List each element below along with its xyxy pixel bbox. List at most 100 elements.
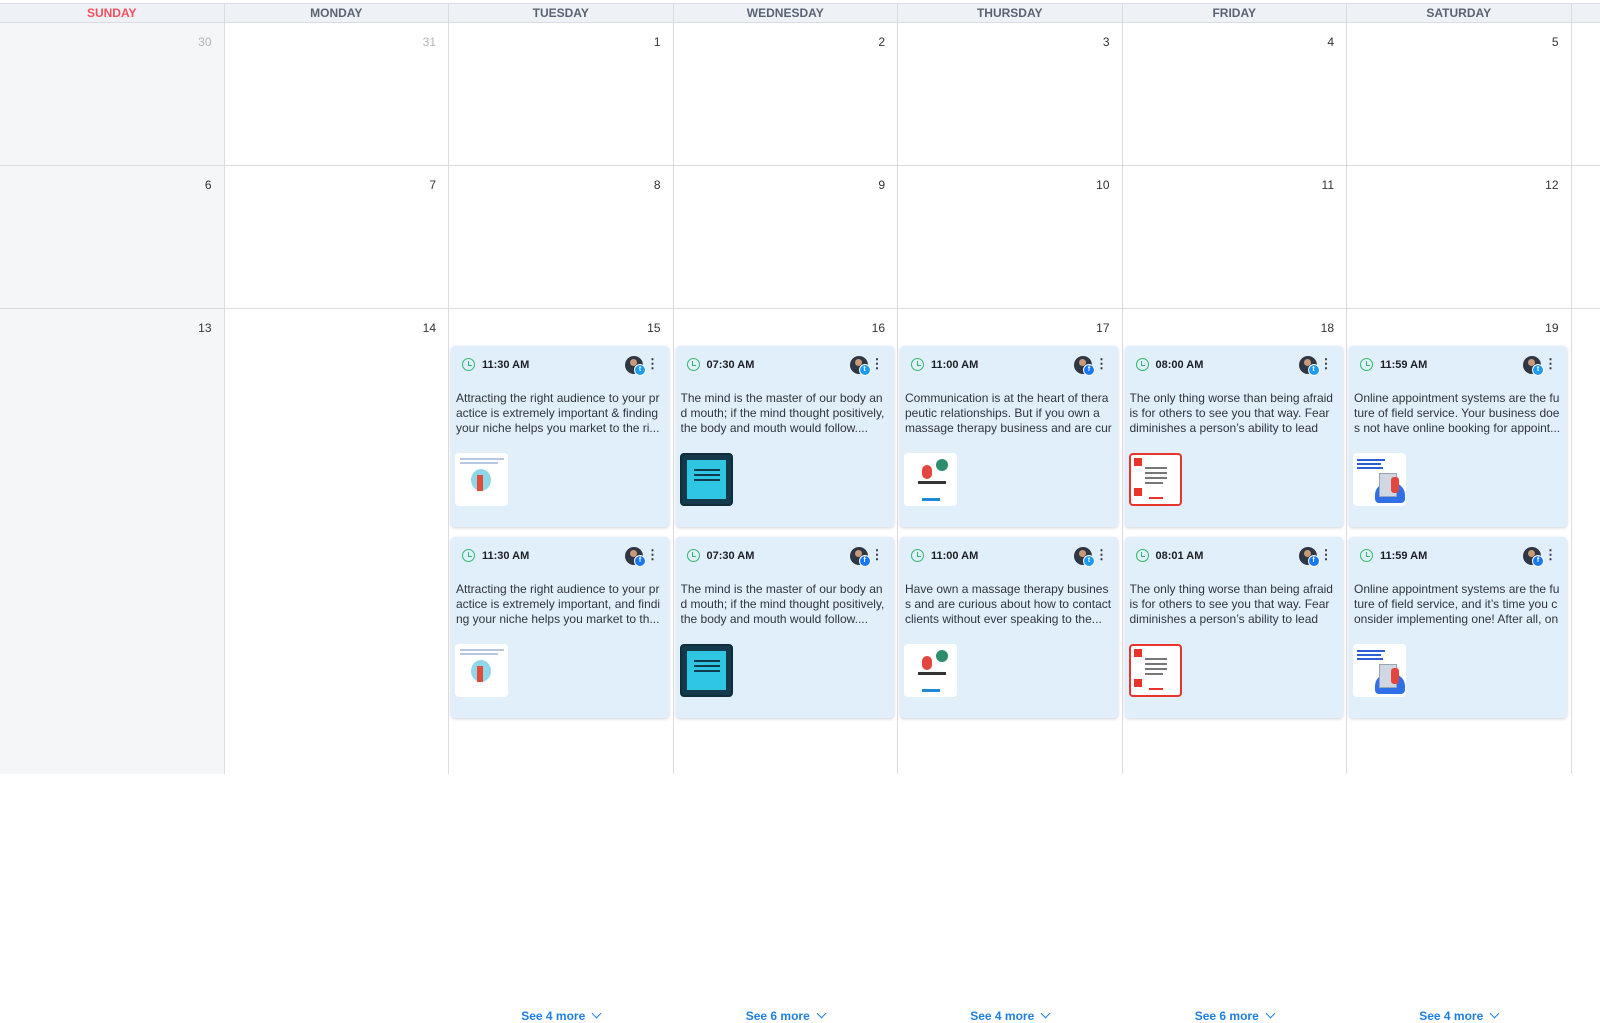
- more-options-icon[interactable]: ⋮: [646, 357, 659, 371]
- post-thumbnail[interactable]: [1353, 453, 1406, 506]
- post-card[interactable]: 08:01 AM f ⋮ The only thing worse than b…: [1124, 537, 1343, 718]
- more-options-icon[interactable]: ⋮: [871, 357, 884, 371]
- see-more-label: See 6 more: [1194, 1009, 1259, 1023]
- more-options-icon[interactable]: ⋮: [646, 548, 659, 562]
- post-thumbnail[interactable]: [455, 453, 508, 506]
- day-number: 6: [204, 178, 212, 192]
- post-thumbnail[interactable]: [904, 644, 957, 697]
- day-cell[interactable]: 10: [898, 166, 1123, 308]
- post-thumbnail[interactable]: [1128, 644, 1182, 697]
- day-cell[interactable]: 11: [1123, 166, 1347, 308]
- day-cell[interactable]: 4: [1123, 23, 1347, 165]
- twitter-icon: t: [634, 364, 646, 376]
- more-options-icon[interactable]: ⋮: [1095, 548, 1108, 562]
- weekday-monday: MONDAY: [225, 4, 449, 22]
- day-cell[interactable]: 13: [0, 309, 225, 774]
- weekday-thursday: THURSDAY: [898, 4, 1123, 22]
- more-options-icon[interactable]: ⋮: [1320, 357, 1333, 371]
- post-text: The only thing worse than being afraid i…: [1129, 582, 1333, 626]
- post-card[interactable]: 07:30 AM t ⋮ The mind is the master of o…: [675, 346, 894, 527]
- calendar-grid: 30 31 1 2 3 4 5 6 7 8 9 10 11 12 13 14 1…: [0, 23, 1600, 1023]
- post-thumbnail[interactable]: [1128, 453, 1182, 506]
- more-options-icon[interactable]: ⋮: [1095, 357, 1108, 371]
- day-number: 15: [647, 321, 661, 335]
- post-text: Online appointment systems are the futur…: [1354, 391, 1561, 435]
- see-more-link[interactable]: See 4 more: [449, 1008, 673, 1023]
- more-options-icon[interactable]: ⋮: [871, 548, 884, 562]
- post-card[interactable]: 11:30 AM f ⋮ Attracting the right audien…: [451, 537, 669, 718]
- day-cell[interactable]: 2: [674, 23, 898, 165]
- post-thumbnail[interactable]: [904, 453, 957, 506]
- post-time: 11:59 AM: [1380, 359, 1428, 371]
- post-time: 11:30 AM: [482, 359, 530, 371]
- post-time: 07:30 AM: [706, 550, 755, 562]
- day-cell[interactable]: 15 11:30 AM t ⋮ Attracting the right aud…: [449, 309, 674, 1023]
- see-more-label: See 4 more: [970, 1009, 1035, 1023]
- day-cell[interactable]: 16 07:30 AM t ⋮ The mind is the master o…: [674, 309, 898, 1023]
- day-number: 3: [1102, 35, 1110, 49]
- more-options-icon[interactable]: ⋮: [1320, 548, 1333, 562]
- day-number: 4: [1327, 35, 1334, 49]
- day-number: 18: [1320, 321, 1334, 335]
- weekday-saturday: SATURDAY: [1347, 4, 1572, 22]
- day-cell[interactable]: 12: [1347, 166, 1572, 308]
- post-thumbnail[interactable]: [679, 453, 733, 506]
- post-card-header: 11:30 AM t ⋮: [462, 356, 659, 376]
- weekday-wednesday: WEDNESDAY: [674, 4, 898, 22]
- weekday-header: SUNDAY MONDAY TUESDAY WEDNESDAY THURSDAY…: [0, 3, 1600, 23]
- day-number: 16: [871, 321, 885, 335]
- day-number: 8: [653, 178, 661, 192]
- post-card[interactable]: 11:59 AM f ⋮ Online appointment systems …: [1349, 537, 1567, 718]
- day-cell[interactable]: 31: [225, 23, 449, 165]
- calendar-month-view: SUNDAY MONDAY TUESDAY WEDNESDAY THURSDAY…: [0, 0, 1600, 1023]
- facebook-icon: f: [1532, 555, 1544, 567]
- post-card-header: 11:00 AM f ⋮: [911, 356, 1108, 376]
- more-options-icon[interactable]: ⋮: [1544, 357, 1557, 371]
- post-card-header: 11:59 AM t ⋮: [1360, 356, 1557, 376]
- chevron-down-icon: [591, 1008, 602, 1019]
- weekday-friday: FRIDAY: [1123, 4, 1347, 22]
- day-number: 30: [198, 35, 212, 49]
- post-thumbnail[interactable]: [679, 644, 733, 697]
- day-number: 13: [198, 321, 212, 335]
- post-text: Attracting the right audience to your pr…: [456, 582, 661, 626]
- day-cell[interactable]: 18 08:00 AM t ⋮ The only thing worse tha…: [1123, 309, 1347, 1023]
- more-options-icon[interactable]: ⋮: [1544, 548, 1557, 562]
- day-cell[interactable]: 3: [898, 23, 1123, 165]
- post-card[interactable]: 07:30 AM f ⋮ The mind is the master of o…: [675, 537, 894, 718]
- clock-icon: [1360, 358, 1373, 371]
- day-number: 7: [429, 178, 436, 192]
- avatar: f: [1523, 547, 1544, 567]
- day-cell[interactable]: 5: [1347, 23, 1572, 165]
- chevron-down-icon: [1489, 1008, 1500, 1019]
- day-number: 12: [1545, 178, 1559, 192]
- avatar: f: [625, 547, 646, 567]
- day-cell[interactable]: 6: [0, 166, 225, 308]
- day-cell[interactable]: 14: [225, 309, 449, 774]
- post-text: Attracting the right audience to your pr…: [456, 391, 660, 435]
- day-cell[interactable]: 17 11:00 AM f ⋮ Communication is at the …: [898, 309, 1123, 1023]
- avatar: t: [1523, 356, 1544, 376]
- day-cell[interactable]: 19 11:59 AM t ⋮ Online appointment syste…: [1347, 309, 1572, 1023]
- see-more-link[interactable]: See 4 more: [898, 1008, 1122, 1023]
- post-thumbnail[interactable]: [455, 644, 508, 697]
- post-time: 07:30 AM: [706, 359, 755, 371]
- avatar: t: [625, 356, 646, 376]
- post-card[interactable]: 11:59 AM t ⋮ Online appointment systems …: [1349, 346, 1567, 527]
- see-more-link[interactable]: See 6 more: [1123, 1008, 1347, 1023]
- post-card[interactable]: 11:30 AM t ⋮ Attracting the right audien…: [451, 346, 669, 527]
- post-card-header: 08:01 AM f ⋮: [1135, 547, 1333, 567]
- post-thumbnail[interactable]: [1353, 644, 1406, 697]
- post-card[interactable]: 11:00 AM t ⋮ Have own a massage therapy …: [900, 537, 1118, 718]
- clock-icon: [911, 549, 924, 562]
- day-cell[interactable]: 7: [225, 166, 449, 308]
- post-card[interactable]: 11:00 AM f ⋮ Communication is at the hea…: [900, 346, 1118, 527]
- post-card[interactable]: 08:00 AM t ⋮ The only thing worse than b…: [1124, 346, 1343, 527]
- post-text: The mind is the master of our body and m…: [680, 391, 885, 435]
- day-cell[interactable]: 30: [0, 23, 225, 165]
- day-cell[interactable]: 9: [674, 166, 898, 308]
- see-more-link[interactable]: See 6 more: [674, 1008, 898, 1023]
- see-more-link[interactable]: See 4 more: [1347, 1008, 1571, 1023]
- day-cell[interactable]: 8: [449, 166, 674, 308]
- day-cell[interactable]: 1: [449, 23, 674, 165]
